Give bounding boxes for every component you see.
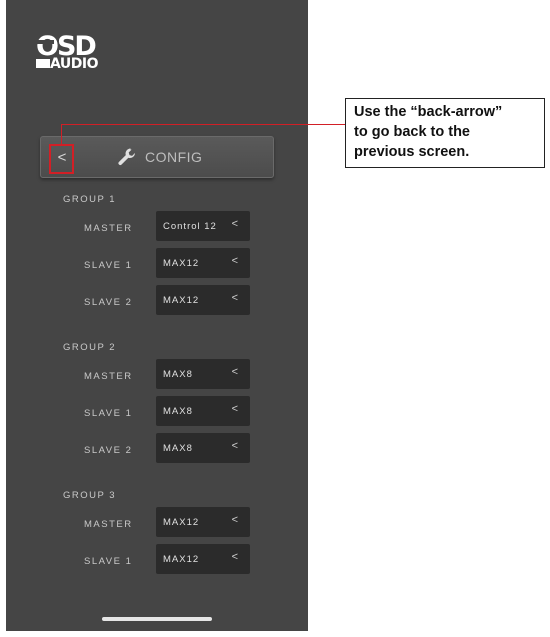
- select-value: MAX12: [163, 295, 200, 306]
- group1-slave2-select[interactable]: MAX12 <: [156, 285, 250, 315]
- group2-master-select[interactable]: MAX8 <: [156, 359, 250, 389]
- group3-slave1-select[interactable]: MAX12 <: [156, 544, 250, 574]
- chevron-left-icon: <: [231, 440, 238, 452]
- select-value: MAX8: [163, 443, 193, 454]
- row-label-master: MASTER: [84, 223, 133, 234]
- group3-master-select[interactable]: MAX12 <: [156, 507, 250, 537]
- phone-screen: OSD AUDIO < CONFIG GROUP 1 MASTER Contro…: [6, 0, 308, 631]
- chevron-left-icon: <: [231, 403, 238, 415]
- group-label: GROUP 3: [63, 490, 117, 501]
- group2-slave2-select[interactable]: MAX8 <: [156, 433, 250, 463]
- chevron-left-icon: <: [231, 292, 238, 304]
- select-value: MAX12: [163, 517, 200, 528]
- callout-connector: [61, 124, 345, 125]
- row-label-master: MASTER: [84, 371, 133, 382]
- logo-block: [36, 59, 50, 68]
- home-indicator[interactable]: [102, 617, 212, 621]
- row-label-slave1: SLAVE 1: [84, 408, 133, 419]
- row-label-slave1: SLAVE 1: [84, 556, 133, 567]
- group-label: GROUP 2: [63, 342, 117, 353]
- select-value: MAX8: [163, 369, 193, 380]
- wrench-icon: [118, 148, 135, 166]
- group2-slave1-select[interactable]: MAX8 <: [156, 396, 250, 426]
- group-label: GROUP 1: [63, 194, 117, 205]
- callout-connector: [61, 124, 62, 144]
- row-label-master: MASTER: [84, 519, 133, 530]
- row-label-slave2: SLAVE 2: [84, 445, 133, 456]
- config-header: < CONFIG: [40, 136, 274, 178]
- row-label-slave2: SLAVE 2: [84, 297, 133, 308]
- row-label-slave1: SLAVE 1: [84, 260, 133, 271]
- logo-bar: [36, 40, 54, 44]
- group1-slave1-select[interactable]: MAX12 <: [156, 248, 250, 278]
- group1-master-select[interactable]: Control 12 <: [156, 211, 250, 241]
- chevron-left-icon: <: [231, 218, 238, 230]
- select-value: MAX12: [163, 258, 200, 269]
- callout-line-2: to go back to the: [354, 124, 470, 140]
- logo-audio-text: AUDIO: [50, 56, 99, 72]
- osd-audio-logo: OSD AUDIO: [36, 33, 110, 75]
- chevron-left-icon: <: [231, 514, 238, 526]
- chevron-left-icon: <: [231, 255, 238, 267]
- select-value: Control 12: [163, 221, 217, 232]
- annotation-callout: Use the “back-arrow” to go back to the p…: [345, 98, 545, 168]
- callout-line-1: Use the “back-arrow”: [354, 104, 503, 120]
- chevron-left-icon: <: [231, 366, 238, 378]
- back-arrow-highlight: [49, 144, 74, 174]
- page-title: CONFIG: [145, 149, 203, 165]
- callout-line-3: previous screen.: [354, 144, 470, 160]
- chevron-left-icon: <: [231, 551, 238, 563]
- select-value: MAX8: [163, 406, 193, 417]
- select-value: MAX12: [163, 554, 200, 565]
